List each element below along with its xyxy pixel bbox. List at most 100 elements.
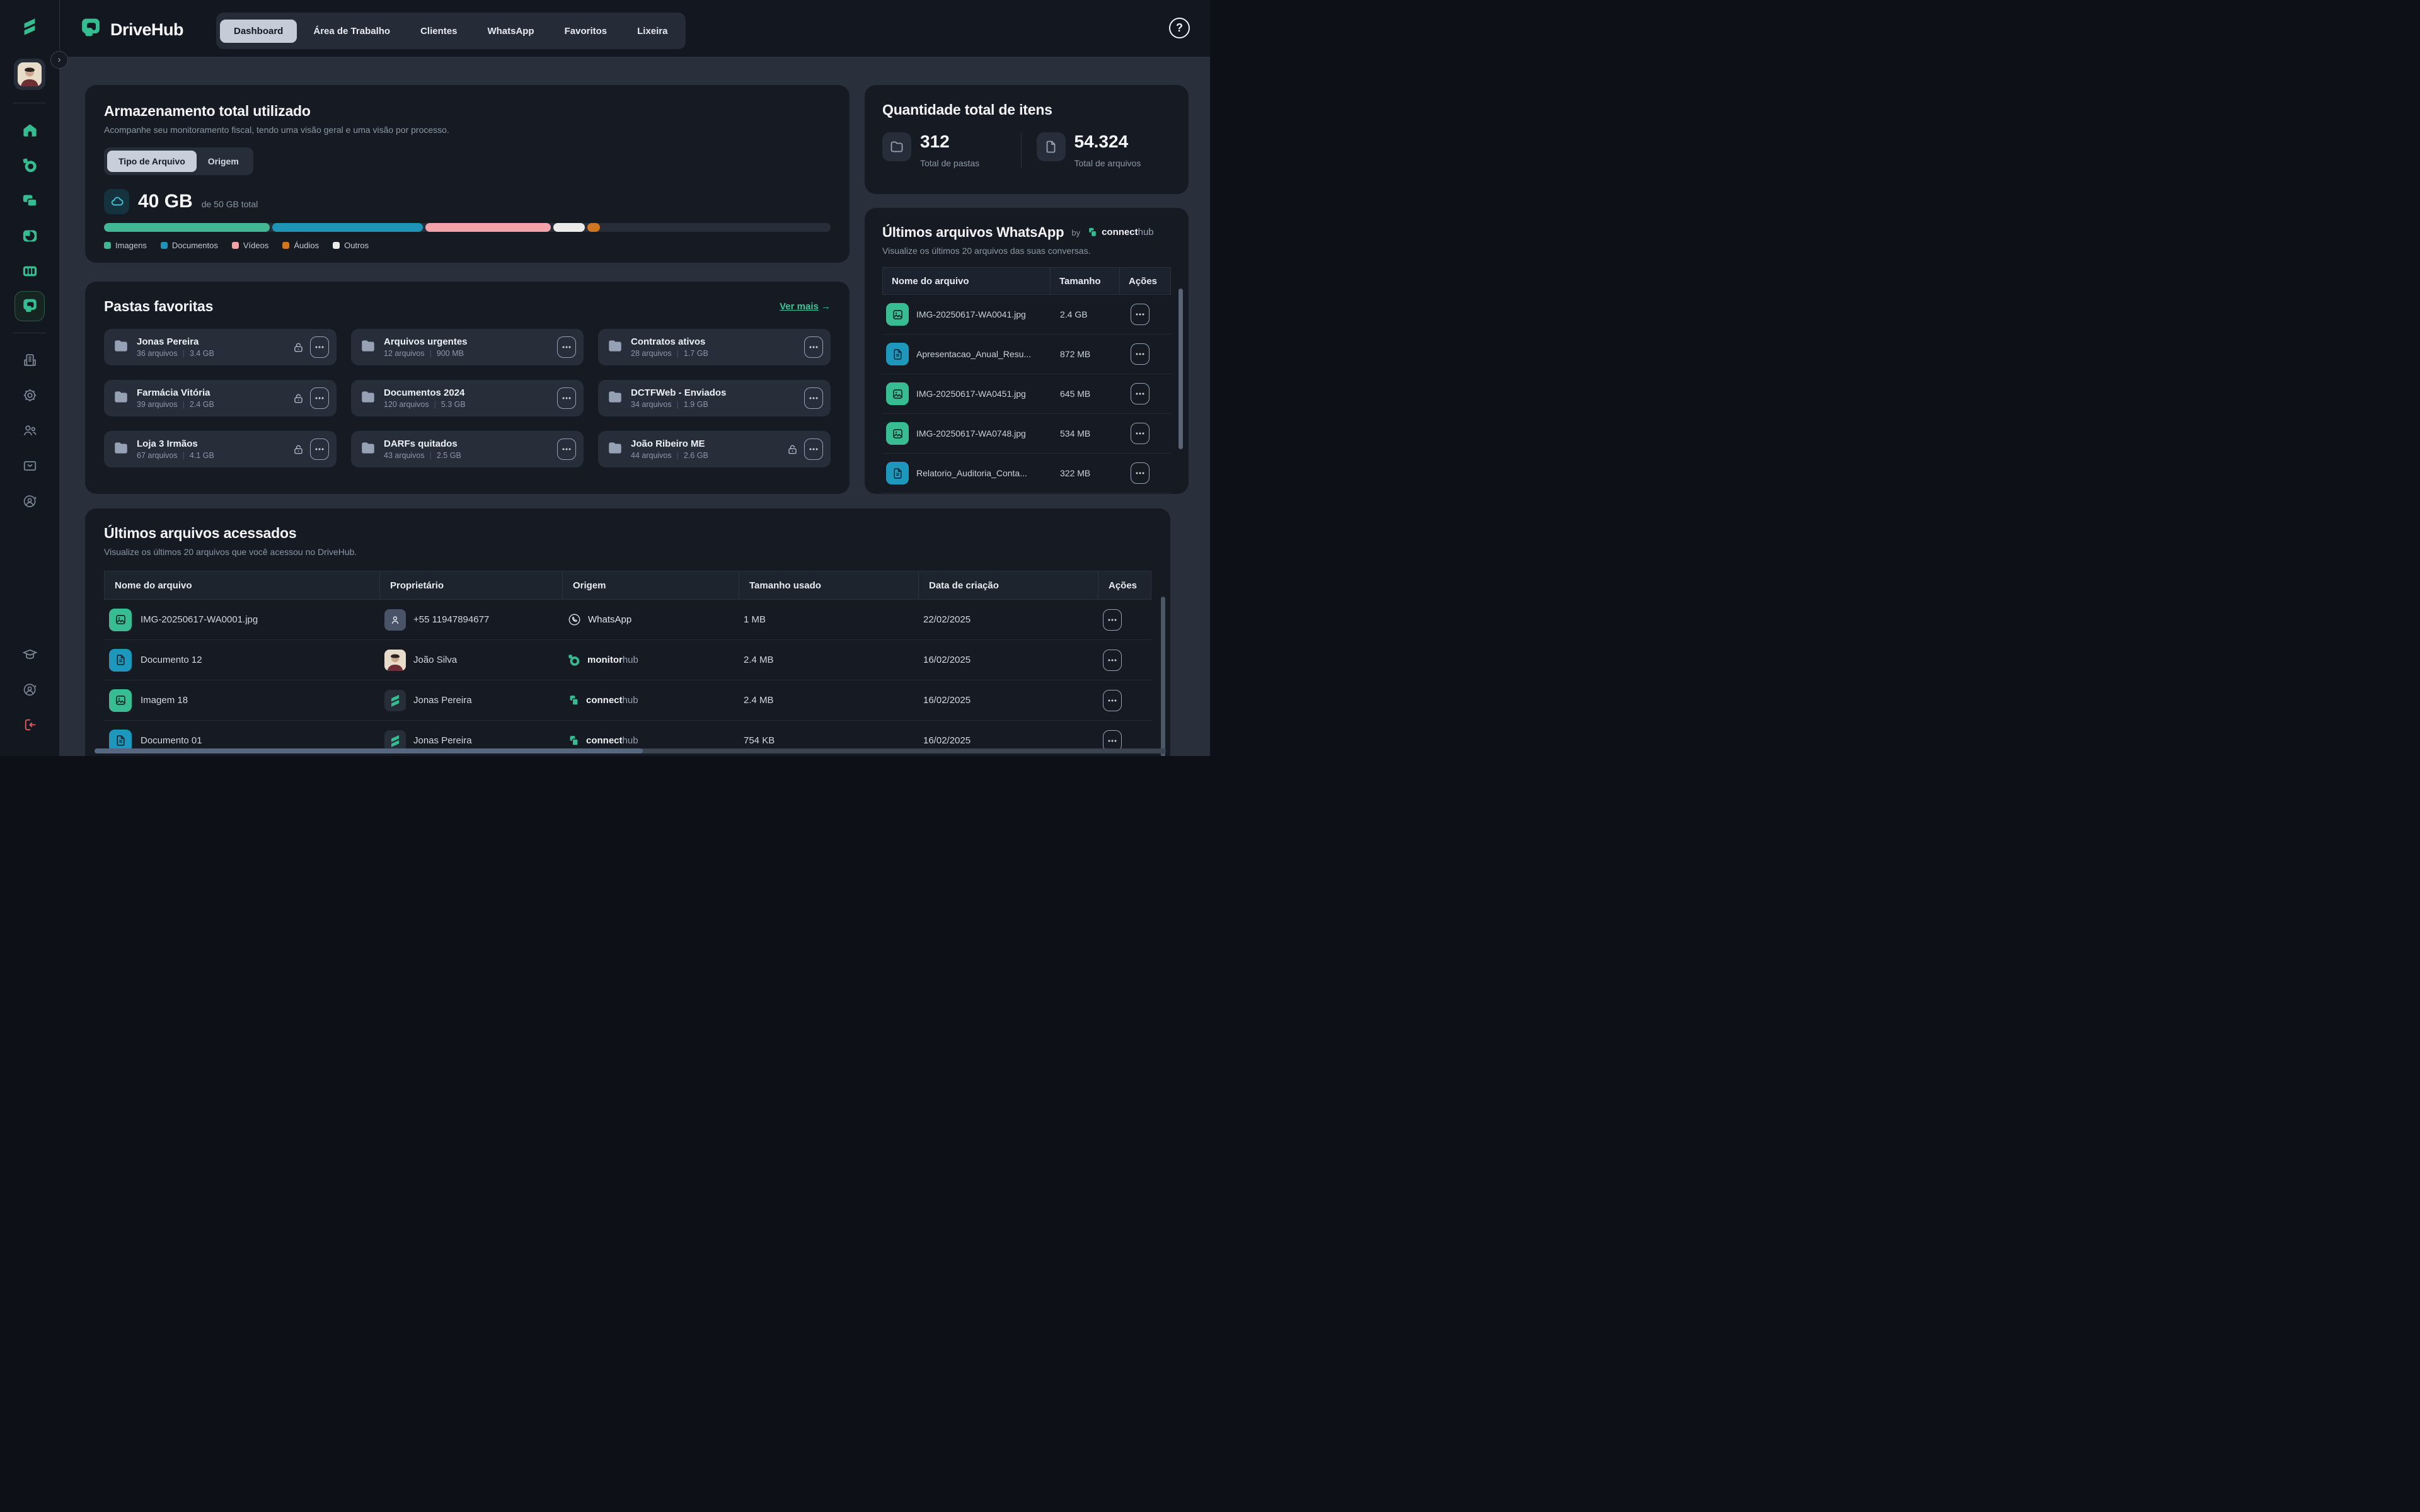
sidebar-item-home[interactable]	[14, 115, 45, 145]
stat-total-arquivos: 54.324 Total de arquivos	[1037, 132, 1172, 168]
whatsapp-file-row[interactable]: Relatorio_Auditoria_Conta... 322 MB	[882, 454, 1171, 493]
phone-contact-avatar	[384, 609, 406, 631]
whatsapp-table-scrollbar[interactable]	[1178, 289, 1183, 449]
tab-clientes[interactable]: Clientes	[406, 20, 471, 43]
legend-dot	[333, 242, 340, 249]
toggle-tipo-de-arquivo[interactable]: Tipo de Arquivo	[107, 151, 197, 172]
whatsapp-file-row[interactable]: IMG-20250617-WA0748.jpg 534 MB	[882, 414, 1171, 454]
legend-documentos: Documentos	[161, 241, 218, 250]
sidebar-item-monitorhub[interactable]	[14, 150, 45, 180]
lock-icon	[292, 392, 304, 404]
drivehub-icon	[21, 297, 38, 315]
sidebar-collapse-button[interactable]: ›	[50, 51, 68, 69]
whatsapp-file-row[interactable]: IMG-20250617-WA0041.jpg 2.4 GB	[882, 295, 1171, 335]
tab-area-de-trabalho[interactable]: Área de Trabalho	[299, 20, 404, 43]
folder-more-button[interactable]	[310, 336, 329, 358]
folder-more-button[interactable]	[310, 387, 329, 409]
toggle-origem[interactable]: Origem	[197, 151, 250, 172]
recent-file-row[interactable]: Documento 12 João Silva monitorhub 2.4 M…	[104, 640, 1151, 680]
sidebar-avatar[interactable]	[14, 59, 45, 90]
file-more-button[interactable]	[1103, 690, 1122, 711]
sidebar-item-chart-pie[interactable]	[14, 220, 45, 251]
origin-label: monitorhub	[587, 655, 638, 665]
folder-meta: 43 arquivos|2.5 GB	[384, 451, 557, 460]
support-agent-icon	[22, 682, 38, 697]
tab-dashboard[interactable]: Dashboard	[220, 20, 297, 43]
favorite-folder-tile[interactable]: Jonas Pereira 36 arquivos|3.4 GB	[104, 329, 337, 365]
storage-bar	[104, 223, 831, 232]
folder-more-button[interactable]	[557, 387, 576, 409]
sidebar-item-settings[interactable]	[14, 380, 45, 410]
file-more-button[interactable]	[1131, 304, 1150, 325]
folder-more-button[interactable]	[804, 336, 823, 358]
whatsapp-file-row[interactable]: IMG-20250617-WA0451.jpg 645 MB	[882, 374, 1171, 414]
recent-file-row[interactable]: IMG-20250617-WA0001.jpg +55 11947894677 …	[104, 600, 1151, 640]
help-icon[interactable]: ?	[1169, 18, 1190, 38]
file-more-button[interactable]	[1103, 650, 1122, 671]
sidebar-item-users[interactable]	[14, 415, 45, 445]
folder-name: Jonas Pereira	[137, 336, 292, 347]
file-more-button[interactable]	[1131, 423, 1150, 444]
owner-brand-avatar	[384, 690, 406, 711]
file-more-button[interactable]	[1131, 383, 1150, 404]
favorite-folder-tile[interactable]: DARFs quitados 43 arquivos|2.5 GB	[351, 431, 584, 467]
folder-meta: 12 arquivos|900 MB	[384, 349, 557, 358]
sidebar-item-logout[interactable]	[14, 709, 45, 740]
user-photo	[18, 62, 42, 86]
sidebar-item-layers[interactable]	[14, 185, 45, 215]
document-file-icon	[886, 462, 909, 484]
bar-segment-audios	[587, 223, 601, 232]
origin-label: WhatsApp	[588, 614, 631, 625]
whatsapp-file-row[interactable]: Apresentacao_Anual_Resu... 872 MB	[882, 335, 1171, 374]
folder-more-button[interactable]	[557, 336, 576, 358]
sidebar-item-columns[interactable]	[14, 256, 45, 286]
main-nav: Dashboard Área de Trabalho Clientes What…	[216, 13, 686, 49]
tab-favoritos[interactable]: Favoritos	[551, 20, 621, 43]
file-size: 322 MB	[1051, 468, 1121, 478]
see-more-link[interactable]: Ver mais →	[780, 301, 831, 312]
bar-segment-videos	[425, 223, 551, 232]
sidebar-item-support[interactable]	[14, 486, 45, 516]
recent-file-row[interactable]: Imagem 18 Jonas Pereira connecthub 2.4 M…	[104, 680, 1151, 721]
sidebar-item-account-support[interactable]	[14, 674, 45, 704]
sidebar-item-building[interactable]	[14, 345, 45, 375]
favorite-folder-tile[interactable]: João Ribeiro ME 44 arquivos|2.6 GB	[598, 431, 831, 467]
file-more-button[interactable]	[1131, 343, 1150, 365]
counts-title: Quantidade total de itens	[882, 101, 1171, 118]
sidebar-brand-icon	[20, 15, 39, 41]
folder-more-button[interactable]	[557, 438, 576, 460]
horizontal-scrollbar-thumb[interactable]	[95, 748, 643, 753]
image-file-icon	[109, 689, 132, 712]
sidebar-item-drivehub-active[interactable]	[14, 291, 45, 321]
col-nome-do-arquivo: Nome do arquivo	[883, 268, 1051, 294]
folder-more-button[interactable]	[804, 438, 823, 460]
recent-table-scrollbar[interactable]	[1161, 597, 1165, 756]
tab-whatsapp[interactable]: WhatsApp	[473, 20, 548, 43]
col-tamanho: Tamanho	[1051, 268, 1120, 294]
favorite-folder-tile[interactable]: Arquivos urgentes 12 arquivos|900 MB	[351, 329, 584, 365]
folder-outline-icon	[882, 132, 911, 161]
whatsapp-files-table: Nome do arquivo Tamanho Ações IMG-202506…	[882, 267, 1171, 493]
owner-name: +55 11947894677	[413, 614, 489, 625]
col-data-de-criacao: Data de criação	[919, 571, 1098, 599]
tab-lixeira[interactable]: Lixeira	[623, 20, 681, 43]
folder-meta: 120 arquivos|5.3 GB	[384, 400, 557, 409]
storage-total-note: de 50 GB total	[202, 199, 258, 209]
file-more-button[interactable]	[1103, 609, 1122, 631]
col-tamanho-usado: Tamanho usado	[739, 571, 919, 599]
favorite-folder-tile[interactable]: Farmácia Vitória 39 arquivos|2.4 GB	[104, 380, 337, 416]
horizontal-scrollbar[interactable]	[95, 748, 1166, 753]
favorite-folder-tile[interactable]: Contratos ativos 28 arquivos|1.7 GB	[598, 329, 831, 365]
favorite-folder-tile[interactable]: Loja 3 Irmãos 67 arquivos|4.1 GB	[104, 431, 337, 467]
sidebar-item-academy[interactable]	[14, 639, 45, 669]
support-agent-icon	[22, 493, 38, 509]
folder-more-button[interactable]	[804, 387, 823, 409]
file-more-button[interactable]	[1131, 462, 1150, 484]
overlapping-squares-icon	[21, 192, 38, 209]
monitorhub-icon	[567, 653, 581, 667]
folder-more-button[interactable]	[310, 438, 329, 460]
favorite-folder-tile[interactable]: Documentos 2024 120 arquivos|5.3 GB	[351, 380, 584, 416]
favorite-folder-tile[interactable]: DCTFWeb - Enviados 34 arquivos|1.9 GB	[598, 380, 831, 416]
file-size: 645 MB	[1051, 389, 1121, 399]
sidebar-item-inbox[interactable]	[14, 450, 45, 481]
